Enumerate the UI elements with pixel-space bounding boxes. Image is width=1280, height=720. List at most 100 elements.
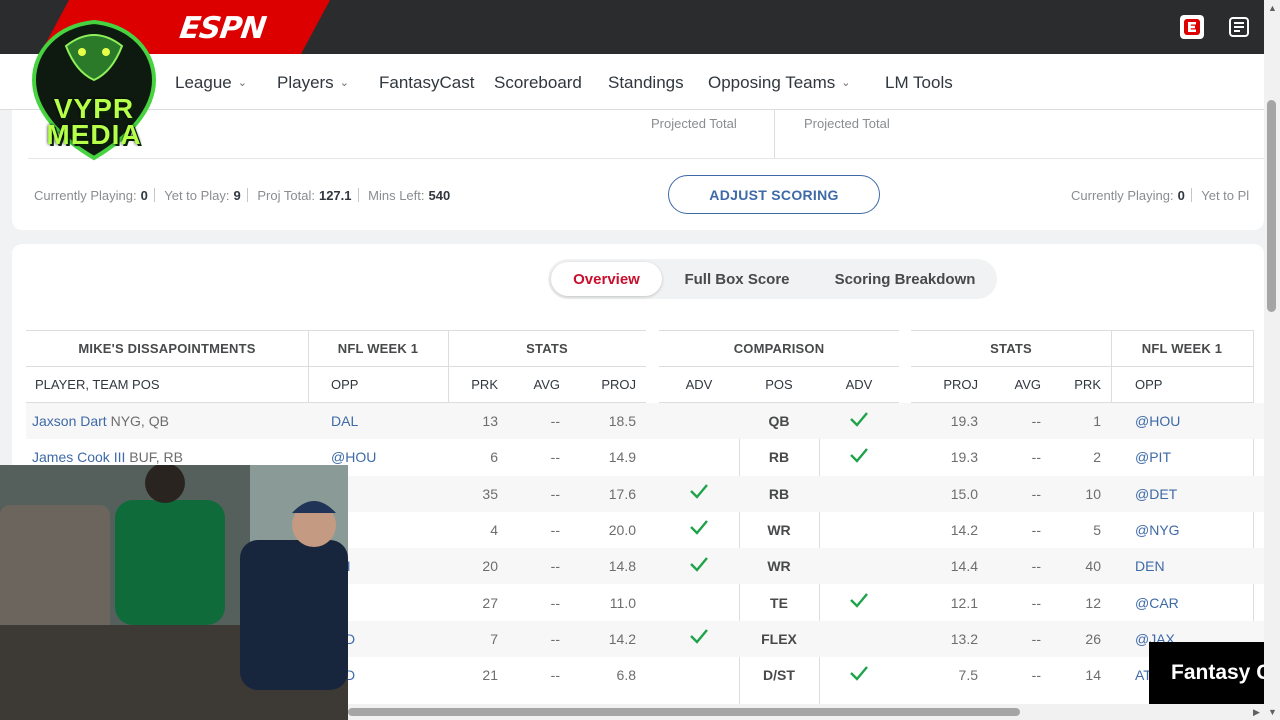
- scroll-up-icon[interactable]: ▲: [1268, 3, 1277, 13]
- proj-value-right: 15.0: [950, 485, 978, 502]
- rank-value: 6: [490, 449, 498, 466]
- proj-value-right: 14.4: [950, 558, 978, 575]
- projected-total-label-right: Projected Total: [804, 116, 890, 131]
- nav-standings[interactable]: Standings: [608, 73, 684, 93]
- lineup-slot: WR: [767, 521, 791, 538]
- matchup-summary-card: [12, 110, 1264, 230]
- fantasy-overlay-label: Fantasy C: [1149, 642, 1264, 704]
- avg-value: --: [550, 449, 560, 466]
- avg-value-right: --: [1031, 449, 1041, 466]
- rank-value: 21: [482, 667, 498, 684]
- rank-value: 27: [482, 594, 498, 611]
- player-cell: Jaxson Dart NYG, QB: [32, 403, 302, 439]
- espn-e-icon[interactable]: [1180, 15, 1204, 39]
- rank-value: 35: [482, 485, 498, 502]
- divider: [28, 158, 1264, 159]
- opponent-link-right[interactable]: @HOU: [1135, 403, 1245, 439]
- logo-text: VYPR MEDIA: [46, 93, 142, 150]
- nav-fantasycast[interactable]: FantasyCast: [379, 73, 474, 93]
- lineup-slot: QB: [768, 413, 790, 429]
- column-header-prk-right[interactable]: PRK: [1041, 367, 1101, 403]
- column-header-proj-right[interactable]: PROJ: [911, 367, 978, 403]
- rank-value: 4: [490, 521, 498, 538]
- nav-lm-tools[interactable]: LM Tools: [885, 73, 953, 93]
- opponent-link-right[interactable]: @DET: [1135, 476, 1245, 512]
- avg-value-right: --: [1031, 485, 1041, 502]
- rank-value: 13: [482, 413, 498, 429]
- column-header-player: PLAYER, TEAM POS: [26, 367, 308, 403]
- tab-overview[interactable]: Overview: [551, 262, 662, 296]
- player-position: RB: [163, 449, 183, 466]
- proj-value-right: 7.5: [958, 667, 978, 684]
- team-status-line-right: Currently Playing: 0 Yet to Pl: [1071, 188, 1250, 203]
- column-header-adv-left: ADV: [659, 367, 739, 403]
- group-header-stats-right: STATS: [911, 330, 1111, 367]
- lineup-slot: FLEX: [761, 630, 797, 647]
- column-divider: [308, 330, 309, 403]
- advantage-right: [819, 548, 899, 584]
- column-header-adv-right: ADV: [819, 367, 899, 403]
- proj-value: 11.0: [609, 594, 636, 611]
- group-header-week-left: NFL WEEK 1: [308, 330, 448, 367]
- chevron-down-icon: ⌄: [841, 77, 851, 89]
- column-header-avg[interactable]: AVG: [498, 367, 560, 403]
- lineup-slot: RB: [768, 485, 790, 502]
- rank-value-right: 1: [1093, 413, 1101, 429]
- avg-value-right: --: [1031, 521, 1041, 538]
- avg-value-right: --: [1031, 630, 1041, 647]
- proj-value: 17.6: [608, 485, 636, 502]
- opponent-link-right[interactable]: @CAR: [1135, 585, 1245, 621]
- column-header-pos: POS: [739, 367, 819, 403]
- avg-value-right: --: [1031, 413, 1041, 429]
- espn-logo[interactable]: ESPN: [178, 11, 268, 46]
- adjust-scoring-button[interactable]: ADJUST SCORING: [668, 175, 880, 214]
- avg-value: --: [550, 630, 560, 647]
- nav-opposing-teams[interactable]: Opposing Teams ⌄: [708, 73, 850, 93]
- check-icon: [689, 628, 709, 649]
- advantage-left: [659, 439, 739, 475]
- vertical-scrollbar-thumb[interactable]: [1267, 100, 1276, 312]
- nav-scoreboard[interactable]: Scoreboard: [494, 73, 582, 93]
- tab-full-box-score[interactable]: Full Box Score: [670, 262, 804, 296]
- column-divider: [448, 330, 449, 403]
- group-header-week-right: NFL WEEK 1: [1111, 330, 1253, 367]
- tab-scoring-breakdown[interactable]: Scoring Breakdown: [818, 262, 992, 296]
- horizontal-scrollbar-thumb[interactable]: [348, 708, 1020, 716]
- column-header-proj[interactable]: PROJ: [560, 367, 646, 403]
- proj-value: 6.8: [616, 667, 636, 684]
- column-divider: [1111, 330, 1112, 403]
- check-icon: [689, 556, 709, 577]
- avg-value: --: [550, 667, 560, 684]
- check-icon: [849, 411, 869, 432]
- opponent-link[interactable]: DAL: [331, 403, 441, 439]
- lineup-slot: TE: [770, 594, 788, 611]
- rank-value-right: 40: [1085, 558, 1101, 575]
- scroll-right-icon[interactable]: ▶: [1253, 707, 1260, 718]
- lineup-slot: WR: [767, 558, 791, 575]
- opponent-link-right[interactable]: @NYG: [1135, 512, 1245, 548]
- column-header-prk[interactable]: PRK: [448, 367, 498, 403]
- news-icon[interactable]: [1227, 15, 1251, 39]
- nav-league[interactable]: League ⌄: [175, 73, 247, 93]
- chevron-down-icon: ⌄: [339, 77, 349, 89]
- player-name-link[interactable]: James Cook III: [32, 449, 125, 465]
- avg-value-right: --: [1031, 667, 1041, 684]
- check-icon: [849, 592, 869, 613]
- advantage-left: [659, 403, 739, 439]
- check-icon: [849, 665, 869, 686]
- proj-value-right: 14.2: [950, 521, 978, 538]
- column-header-avg-right[interactable]: AVG: [978, 367, 1041, 403]
- opponent-link-right[interactable]: DEN: [1135, 548, 1245, 584]
- chevron-down-icon: ⌄: [237, 77, 247, 89]
- advantage-left: [659, 657, 739, 693]
- scroll-down-icon[interactable]: ▼: [1268, 707, 1277, 717]
- proj-value: 14.2: [608, 630, 636, 647]
- proj-value-right: 12.1: [950, 594, 978, 611]
- opponent-link-right[interactable]: @PIT: [1135, 439, 1245, 475]
- check-icon: [689, 519, 709, 540]
- player-name-link[interactable]: Jaxson Dart: [32, 413, 107, 429]
- webcam-overlay: [0, 465, 348, 720]
- avg-value: --: [550, 558, 560, 575]
- player-position: QB: [148, 413, 169, 429]
- nav-players[interactable]: Players ⌄: [277, 73, 349, 93]
